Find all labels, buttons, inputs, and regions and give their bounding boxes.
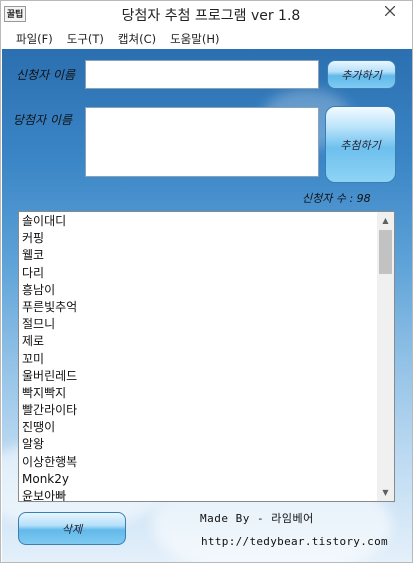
title-bar: 꿀팁 당첨자 추첨 프로그램 ver 1.8 (1, 1, 412, 29)
list-item[interactable]: Monk2y (22, 471, 377, 488)
applicant-name-input[interactable] (85, 60, 319, 89)
made-by-text: Made By - 라임베어 (200, 512, 314, 525)
add-button[interactable]: 추가하기 (327, 60, 396, 89)
applicant-list[interactable]: 솔이대디 커핑 웰코 다리 흥남이 푸른빛추억 절므니 제로 꼬미 울버린레드 빡지빡지 빨간라이타 진… (18, 211, 395, 502)
main-panel: 신청자 이름 추가하기 당첨자 이름 추첨하기 신청자 수 : 98 솔이대디 커… (2, 49, 412, 562)
list-item[interactable]: 꼬미 (22, 351, 377, 368)
draw-button[interactable]: 추첨하기 (325, 106, 396, 183)
applicant-label: 신청자 이름 (16, 68, 76, 82)
winner-label: 당첨자 이름 (13, 113, 73, 127)
list-item[interactable]: 윤보아빠 (22, 488, 377, 501)
window-title: 당첨자 추첨 프로그램 ver 1.8 (121, 8, 301, 24)
close-icon (384, 6, 395, 16)
applicant-list-items: 솔이대디 커핑 웰코 다리 흥남이 푸른빛추억 절므니 제로 꼬미 울버린레드 빡지빡지 빨간라이타 진… (22, 213, 377, 501)
list-item[interactable]: 다리 (22, 265, 377, 282)
list-item[interactable]: 울버린레드 (22, 368, 377, 385)
menu-bar: 파일(F) 도구(T) 캡쳐(C) 도움말(H) (2, 29, 412, 49)
app-window: 꿀팁 당첨자 추첨 프로그램 ver 1.8 파일(F) 도구(T) 캡쳐(C)… (0, 0, 413, 563)
list-item[interactable]: 알왕 (22, 436, 377, 453)
list-item[interactable]: 솔이대디 (22, 213, 377, 230)
list-item[interactable]: 빡지빡지 (22, 385, 377, 402)
applicant-count: 신청자 수 : 98 (302, 192, 371, 205)
list-item[interactable]: 제로 (22, 333, 377, 350)
list-item[interactable]: 이상한행복 (22, 454, 377, 471)
close-button[interactable] (367, 1, 412, 21)
menu-file[interactable]: 파일(F) (16, 31, 53, 47)
winner-name-box[interactable] (85, 107, 319, 177)
list-item[interactable]: 푸른빛추억 (22, 299, 377, 316)
website-link[interactable]: http://tedybear.tistory.com (201, 535, 388, 548)
scroll-thumb[interactable] (379, 230, 392, 274)
list-item[interactable]: 흥남이 (22, 282, 377, 299)
list-item[interactable]: 진땡이 (22, 419, 377, 436)
list-item[interactable]: 빨간라이타 (22, 402, 377, 419)
menu-help[interactable]: 도움말(H) (170, 31, 219, 47)
list-item[interactable]: 웰코 (22, 247, 377, 264)
delete-button[interactable]: 삭제 (18, 512, 126, 545)
app-icon: 꿀팁 (4, 6, 26, 22)
list-scrollbar[interactable]: ▲ ▼ (377, 212, 394, 501)
list-item[interactable]: 절므니 (22, 316, 377, 333)
scroll-up-icon[interactable]: ▲ (377, 212, 394, 229)
scroll-down-icon[interactable]: ▼ (377, 484, 394, 501)
menu-tools[interactable]: 도구(T) (67, 31, 104, 47)
menu-capture[interactable]: 캡쳐(C) (118, 31, 156, 47)
list-item[interactable]: 커핑 (22, 230, 377, 247)
